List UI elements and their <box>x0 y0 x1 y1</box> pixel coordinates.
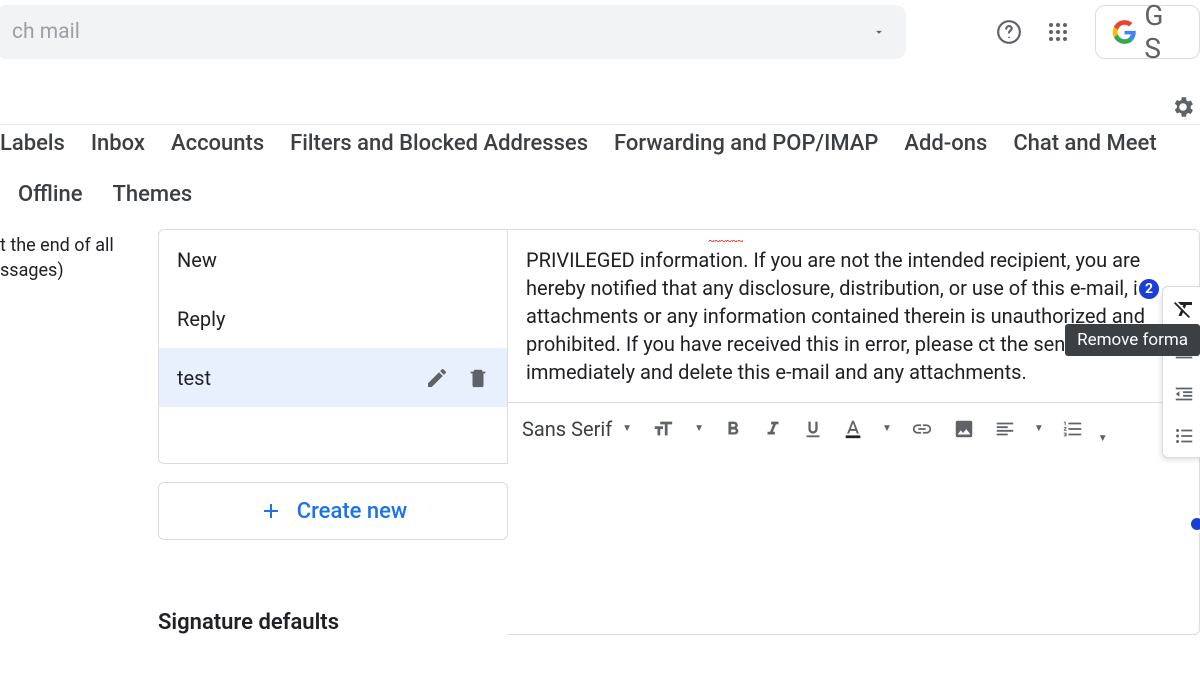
dropdown-caret-icon: ▼ <box>882 423 892 434</box>
formatting-toolbar: Sans Serif ▼ ▼ ▼ <box>508 402 1199 454</box>
numbered-list-button[interactable]: ▼ <box>1062 418 1112 440</box>
signature-list: New Reply test <box>158 229 508 464</box>
font-name-label: Sans Serif <box>522 417 612 441</box>
app-header: G S <box>0 0 1200 64</box>
remove-formatting-icon[interactable] <box>1171 297 1197 321</box>
signature-defaults-heading: Signature defaults <box>158 610 508 635</box>
bold-button[interactable] <box>722 418 744 440</box>
help-icon[interactable] <box>996 19 1022 45</box>
plus-icon <box>259 499 283 523</box>
tab-filters[interactable]: Filters and Blocked Addresses <box>290 131 588 156</box>
signature-item-test[interactable]: test <box>159 348 507 407</box>
insert-link-button[interactable] <box>910 418 934 440</box>
tab-accounts[interactable]: Accounts <box>171 131 264 156</box>
tab-inbox[interactable]: Inbox <box>91 131 145 156</box>
gsuite-logo[interactable]: G S <box>1095 5 1200 59</box>
formatting-overflow-panel <box>1162 286 1200 458</box>
apps-grid-icon[interactable] <box>1046 19 1071 45</box>
create-new-signature-button[interactable]: Create new <box>158 482 508 540</box>
italic-button[interactable] <box>762 418 784 440</box>
signature-name: test <box>177 366 211 390</box>
tab-themes[interactable]: Themes <box>112 182 192 207</box>
tab-labels[interactable]: Labels <box>0 131 65 156</box>
sig-desc-line1: t the end of all <box>0 233 158 258</box>
search-mail-box[interactable] <box>0 5 906 59</box>
signature-description: t the end of all ssages) <box>0 229 158 635</box>
step-badge-2: 2 <box>1136 276 1162 302</box>
signature-list-column: New Reply test <box>158 229 508 635</box>
dropdown-caret-icon: ▼ <box>1098 433 1108 444</box>
dropdown-caret-icon: ▼ <box>622 423 632 434</box>
font-size-select[interactable]: ▼ <box>650 418 704 440</box>
remove-formatting-tooltip: Remove forma <box>1065 324 1200 356</box>
edit-icon[interactable] <box>425 366 449 390</box>
signature-name: New <box>177 248 217 272</box>
tab-forwarding[interactable]: Forwarding and POP/IMAP <box>614 131 878 156</box>
bold-icon <box>722 418 744 440</box>
signature-text-area[interactable]: PRIVILEGED information. If you are not t… <box>508 230 1199 402</box>
settings-tabs: Labels Inbox Accounts Filters and Blocke… <box>0 124 1200 207</box>
italic-icon <box>762 418 784 440</box>
secondary-bar <box>0 64 1200 124</box>
gsuite-text: G S <box>1144 0 1185 65</box>
insert-image-button[interactable] <box>952 418 976 440</box>
text-color-icon <box>842 418 864 440</box>
create-new-label: Create new <box>297 499 408 524</box>
search-options-caret-icon[interactable] <box>872 25 886 39</box>
google-g-icon <box>1110 17 1139 47</box>
signature-item-reply[interactable]: Reply <box>159 289 507 348</box>
align-button[interactable]: ▼ <box>994 418 1044 440</box>
numbered-list-icon <box>1062 418 1084 440</box>
signature-item-new[interactable]: New <box>159 230 507 289</box>
image-icon <box>952 418 976 440</box>
delete-icon[interactable] <box>467 366 489 390</box>
align-left-icon <box>994 418 1016 440</box>
signature-editor: ~~~~~~ PRIVILEGED information. If you ar… <box>508 229 1200 635</box>
link-icon <box>910 418 934 440</box>
step-badge-dot <box>1188 515 1200 533</box>
signature-section: t the end of all ssages) New Reply test <box>0 229 1200 635</box>
indent-less-icon[interactable] <box>1171 383 1197 405</box>
search-input[interactable] <box>12 20 890 44</box>
font-family-select[interactable]: Sans Serif ▼ <box>522 417 632 441</box>
bulleted-list-icon[interactable] <box>1171 425 1197 447</box>
text-size-icon <box>650 418 676 440</box>
underline-button[interactable] <box>802 418 824 440</box>
dropdown-caret-icon: ▼ <box>694 423 704 434</box>
signature-name: Reply <box>177 307 226 331</box>
header-icons: G S <box>996 5 1200 59</box>
dropdown-caret-icon: ▼ <box>1034 423 1044 434</box>
settings-gear-icon[interactable] <box>1170 94 1196 120</box>
text-color-button[interactable]: ▼ <box>842 418 892 440</box>
underline-icon <box>802 418 824 440</box>
tab-addons[interactable]: Add-ons <box>904 131 987 156</box>
spellcheck-squiggle: ~~~~~~ <box>708 236 743 247</box>
signature-item-empty <box>159 407 507 463</box>
sig-desc-line2: ssages) <box>0 258 158 283</box>
tab-offline[interactable]: Offline <box>18 182 82 207</box>
tab-chat-meet[interactable]: Chat and Meet <box>1013 131 1156 156</box>
